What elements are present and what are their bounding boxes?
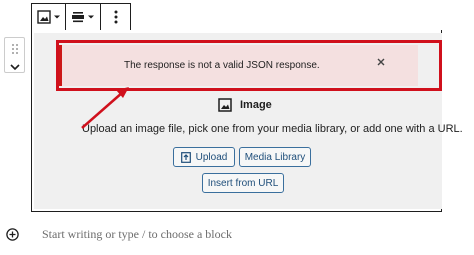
add-block-button[interactable] <box>6 228 19 241</box>
placeholder-title: Image <box>240 99 272 111</box>
block-mover <box>4 37 25 73</box>
chevron-down-icon <box>53 15 60 19</box>
media-library-button-label: Media Library <box>244 151 306 163</box>
default-block-appender[interactable]: Start writing or type / to choose a bloc… <box>42 227 232 242</box>
upload-icon <box>180 151 191 163</box>
annotation-box <box>56 40 442 91</box>
drag-handle-icon <box>12 44 18 54</box>
block-type-button[interactable] <box>36 4 60 30</box>
image-icon <box>218 98 232 112</box>
image-icon <box>36 10 51 24</box>
move-down-button[interactable] <box>9 59 21 71</box>
upload-button[interactable]: Upload <box>173 147 235 167</box>
plus-circle-icon <box>6 228 19 241</box>
block-toolbar <box>31 3 131 30</box>
chevron-down-icon <box>10 64 20 71</box>
align-center-icon <box>71 12 84 23</box>
upload-button-label: Upload <box>195 151 228 163</box>
media-library-button[interactable]: Media Library <box>239 147 311 167</box>
align-button[interactable] <box>70 4 94 30</box>
chevron-down-icon <box>87 15 94 19</box>
toolbar-divider <box>100 4 101 30</box>
more-vertical-icon <box>114 10 118 24</box>
placeholder-instructions: Upload an image file, pick one from your… <box>82 123 463 135</box>
toolbar-divider <box>65 4 66 30</box>
insert-from-url-button-label: Insert from URL <box>207 177 279 189</box>
insert-from-url-button[interactable]: Insert from URL <box>202 173 284 193</box>
more-options-button[interactable] <box>104 4 128 30</box>
drag-handle[interactable] <box>10 42 20 54</box>
